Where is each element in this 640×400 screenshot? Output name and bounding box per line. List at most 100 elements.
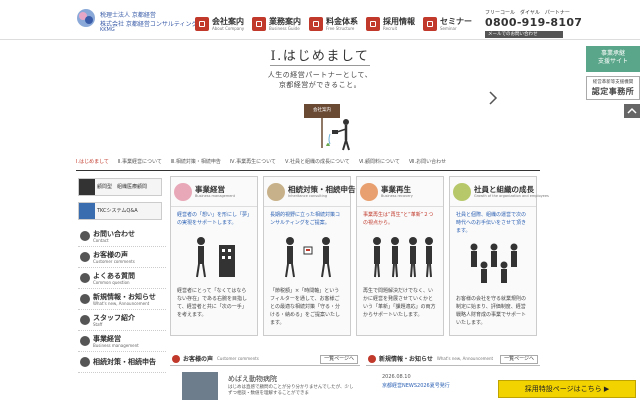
sidebar-item-contact[interactable]: お問い合わせ Contact bbox=[78, 226, 166, 247]
briefcase-icon bbox=[252, 17, 266, 31]
banner-thumb bbox=[79, 203, 95, 219]
chevron-right-icon[interactable] bbox=[488, 90, 498, 106]
card-inheritance[interactable]: 相続対策・相続申告 Inheritance consulting 長期的視野に立っ… bbox=[263, 176, 356, 336]
handover-icon bbox=[285, 237, 331, 278]
card-title: 事業経営 bbox=[195, 185, 225, 194]
card-business-recovery[interactable]: 事業再生 Business recovery 事業再生は“再生”と“革新”２つの視… bbox=[356, 176, 444, 336]
recruit-special-button[interactable]: 採用特設ページはこちら ▶ bbox=[498, 380, 636, 398]
card-lead: 経営者の「想い」を形にし「夢」の実現をサポートします。 bbox=[177, 212, 250, 226]
company-guide-sign[interactable]: 会社案内 bbox=[304, 104, 340, 118]
news-list-button[interactable]: 一覧ページへ bbox=[500, 355, 538, 364]
section-sub: What's new, Announcement bbox=[436, 356, 494, 361]
tel-block[interactable]: フリーコール ダイヤル パートナー 0800-919-8107 メールでのお問い… bbox=[485, 9, 582, 38]
site-header: 税理士法人 京都経営 株式会社 京都経営コンサルティング KKMG 会社案内 Ab… bbox=[0, 0, 640, 40]
card-badge-icon bbox=[174, 182, 192, 201]
tab-contact[interactable]: Ⅶ.お問い合わせ bbox=[409, 156, 446, 168]
nav-fees[interactable]: 料金体系 Free Structure bbox=[309, 13, 358, 35]
scroll-top-icon[interactable] bbox=[586, 104, 640, 118]
card-body: 「節税額」×「時間軸」というフィルターを通して、お客様ごとの最適な相続対策「守る… bbox=[270, 288, 341, 326]
card-lead: 事業再生は“再生”と“革新”２つの視点から。 bbox=[363, 212, 434, 226]
certified-small-label: 経営革新等支援機関 bbox=[592, 80, 634, 85]
card-sub: Inheritance consulting bbox=[288, 194, 328, 198]
sidebar-item-sub: What's new, Announcement bbox=[93, 300, 150, 306]
tkc-banner[interactable]: TKCシステムQ&A bbox=[78, 202, 162, 220]
logo-line-1: 税理士法人 京都経営 bbox=[100, 12, 156, 19]
sidebar-item-news[interactable]: 新規情報・お知らせ What's new, Announcement bbox=[78, 289, 166, 310]
certified-office-badge[interactable]: 経営革新等支援機関 認定事務所 bbox=[586, 76, 640, 100]
sidebar-item-inheritance[interactable]: 相続対策・相続申告 bbox=[78, 352, 166, 373]
card-header: 社員と組織の成長 Growth of the organization and e… bbox=[450, 177, 549, 207]
card-badge-icon bbox=[453, 182, 471, 201]
voice-client-name[interactable]: めばえ動物病院 bbox=[228, 374, 277, 384]
tab-business-recovery[interactable]: Ⅳ.事業再生について bbox=[230, 156, 276, 168]
speech-icon bbox=[80, 252, 90, 262]
card-body: 再生で問題解決だけでなく、いかに経営を発展させていくかという「革新」「課題適応」… bbox=[363, 288, 436, 318]
nav-label: 会社案内 bbox=[212, 16, 244, 26]
nav-sub: Free Structure bbox=[326, 25, 355, 31]
logo-mark-icon bbox=[77, 9, 95, 27]
tab-advisory-fee[interactable]: Ⅵ.顧問料について bbox=[359, 156, 400, 168]
sidebar-item-voice[interactable]: お客様の声 Customer comments bbox=[78, 247, 166, 268]
person-building-icon bbox=[196, 237, 235, 278]
company-logo[interactable]: 税理士法人 京都経営 株式会社 京都経営コンサルティング KKMG bbox=[75, 8, 198, 36]
question-icon bbox=[80, 273, 90, 283]
sidebar-item-sub: Contact bbox=[93, 237, 109, 243]
tab-organization-growth[interactable]: Ⅴ.社員と組織の成長について bbox=[285, 156, 350, 168]
person-icon bbox=[366, 17, 380, 31]
sidebar-item-staff[interactable]: スタッフ紹介 Staff bbox=[78, 310, 166, 331]
nav-sub: About Company bbox=[212, 25, 245, 31]
succession-site-button[interactable]: 事業承継 支援サイト bbox=[586, 46, 640, 72]
sidebar-item-business[interactable]: 事業経営 Business management bbox=[78, 331, 166, 352]
clinic-photo bbox=[182, 372, 218, 400]
nav-seminar[interactable]: セミナー Seminar bbox=[423, 13, 472, 35]
nav-label: セミナー bbox=[440, 16, 472, 26]
building-icon bbox=[80, 336, 90, 346]
sidebar-item-label: お問い合わせ bbox=[93, 229, 135, 238]
card-organization-growth[interactable]: 社員と組織の成長 Growth of the organization and e… bbox=[449, 176, 549, 336]
tab-introduction[interactable]: Ⅰ.はじめまして bbox=[76, 156, 109, 168]
tabs-divider bbox=[76, 170, 540, 171]
mail-contact-button[interactable]: メールでのお問い合わせ bbox=[485, 31, 563, 38]
card-sub: Growth of the organization and employees bbox=[474, 194, 549, 198]
card-lead: 長期的視野に立った相続対策コンサルティングをご提案。 bbox=[270, 212, 341, 226]
family-icon bbox=[80, 357, 90, 367]
banner-thumb bbox=[79, 179, 95, 195]
hero-divider bbox=[270, 65, 370, 66]
tel-number[interactable]: 0800-919-8107 bbox=[485, 16, 582, 29]
logo-line-3: KKMG bbox=[100, 27, 115, 33]
voice-excerpt: はじめは直感で顧問のことが分り分かりませんでしたが、少しずつ相談・数値を理解する… bbox=[228, 385, 354, 396]
presentation-icon bbox=[423, 17, 437, 31]
card-lead: 社員と個際、組織の運営で次の時代へのお手伝いをさせて頂きます。 bbox=[456, 212, 527, 234]
sidebar-item-label: 相続対策・相続申告 bbox=[93, 358, 156, 366]
card-badge-icon bbox=[267, 182, 285, 201]
card-title: 社員と組織の成長 bbox=[474, 185, 534, 194]
card-badge-icon bbox=[360, 182, 378, 201]
nav-business[interactable]: 業務案内 Business Guide bbox=[252, 13, 301, 35]
section-title: お客様の声 bbox=[183, 356, 214, 363]
card-header: 事業経営 Business management bbox=[171, 177, 257, 207]
document-icon bbox=[368, 354, 376, 363]
speech-icon bbox=[172, 354, 180, 363]
person-icon bbox=[80, 315, 90, 325]
sidebar-item-label: よくある質問 bbox=[93, 271, 135, 280]
section-tabs: Ⅰ.はじめまして Ⅱ.事業経営について Ⅲ.相続対策・相続申告 Ⅳ.事業再生につ… bbox=[76, 156, 540, 168]
section-sub: Customer comments bbox=[217, 356, 259, 361]
certified-big-label: 認定事務所 bbox=[591, 87, 635, 96]
news-link[interactable]: 京都経営NEWS2026夏号発行 bbox=[382, 382, 450, 389]
card-body: 経営者にとって「なくてはならない存在」である右腕を目指して、経営者と共に「次の一… bbox=[177, 288, 247, 318]
voice-list-button[interactable]: 一覧ページへ bbox=[320, 355, 358, 364]
tab-business-management[interactable]: Ⅱ.事業経営について bbox=[118, 156, 162, 168]
advisory-banner[interactable]: 顧問型 組織医療顧問 bbox=[78, 178, 162, 196]
hero-title: Ⅰ.はじめまして bbox=[270, 49, 370, 64]
hero-line-2: 京都経営ができること。 bbox=[278, 81, 362, 89]
sidebar-item-faq[interactable]: よくある質問 Common question bbox=[78, 268, 166, 289]
banner-label: TKCシステムQ&A bbox=[97, 208, 138, 214]
nav-company[interactable]: 会社案内 About Company bbox=[195, 13, 244, 35]
customer-voice-section: お客様の声 Customer comments 一覧ページへ めばえ動物病院 は… bbox=[170, 352, 360, 400]
card-title: 相続対策・相続申告 bbox=[288, 185, 356, 194]
nav-sub: Recruit bbox=[383, 25, 398, 31]
card-business-management[interactable]: 事業経営 Business management 経営者の「想い」を形にし「夢」の… bbox=[170, 176, 258, 336]
sidebar-item-sub: Staff bbox=[93, 321, 103, 327]
nav-recruit[interactable]: 採用情報 Recruit bbox=[366, 13, 415, 35]
tab-inheritance[interactable]: Ⅲ.相続対策・相続申告 bbox=[171, 156, 221, 168]
